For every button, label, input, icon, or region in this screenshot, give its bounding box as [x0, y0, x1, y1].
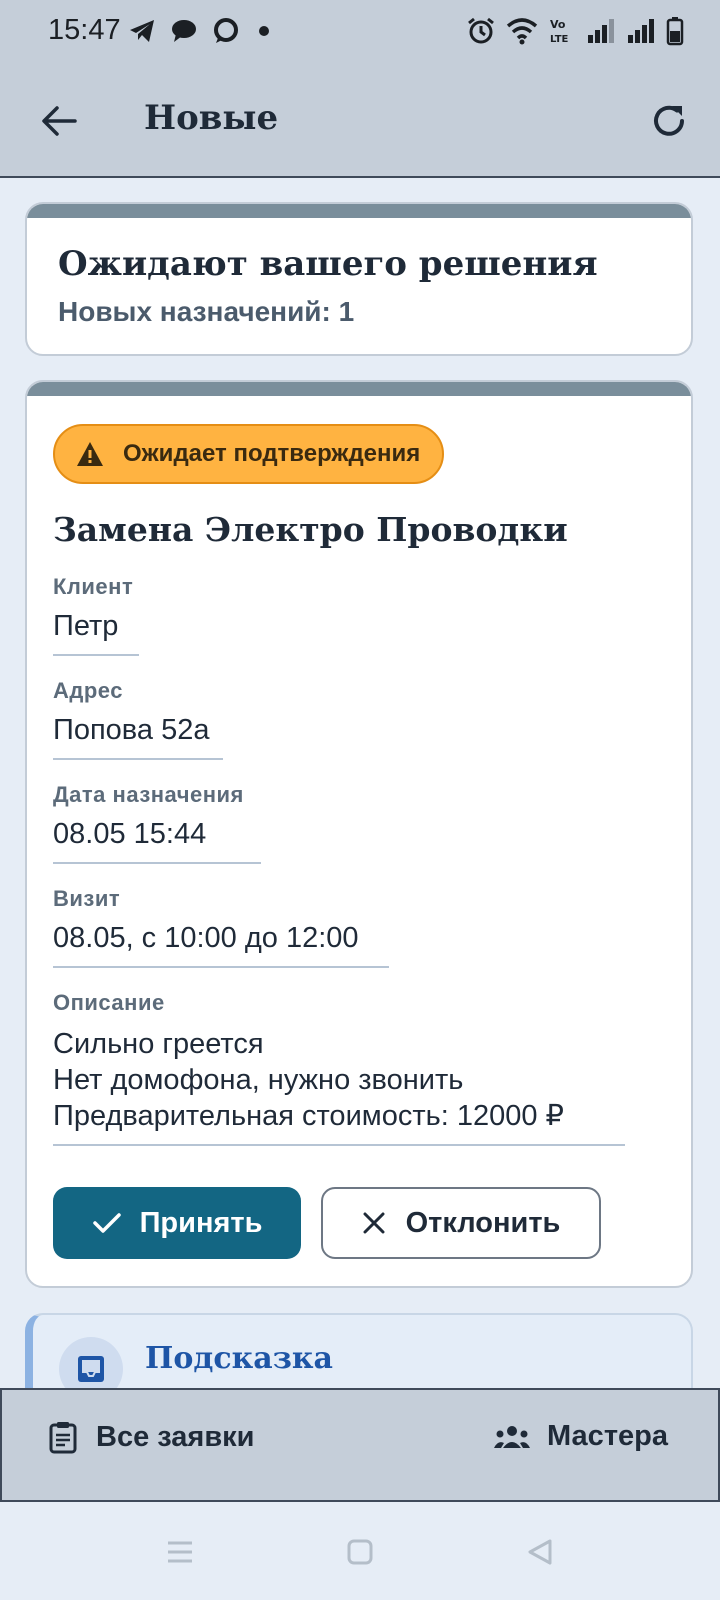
system-back-button[interactable]: [520, 1532, 560, 1572]
nav-all-requests-label: Все заявки: [96, 1420, 255, 1453]
status-badge-label: Ожидает подтверждения: [123, 440, 421, 467]
client-field: Клиент Петр: [53, 574, 139, 656]
card-top-stripe: [27, 382, 691, 396]
app-bar: Новые: [0, 66, 720, 178]
new-assignments-count: Новых назначений: 1: [58, 296, 355, 327]
field-label: Дата назначения: [53, 782, 244, 807]
client-value: Петр: [53, 610, 119, 642]
back-button[interactable]: [34, 96, 84, 146]
clipboard-icon: [49, 1422, 77, 1454]
field-divider: [53, 758, 223, 760]
message-icon: [172, 20, 196, 42]
warning-icon: [77, 442, 103, 466]
bottom-nav: Все заявки Мастера: [0, 1388, 720, 1502]
close-icon: [363, 1212, 385, 1234]
battery-icon: [666, 17, 684, 46]
field-label: Адрес: [53, 678, 123, 703]
telegram-icon: [130, 20, 154, 42]
field-divider: [53, 862, 261, 864]
page-title: Новые: [144, 98, 279, 138]
order-title: Замена Электро Проводки: [53, 510, 568, 549]
alarm-icon: [468, 17, 494, 44]
refresh-icon: [654, 105, 684, 136]
order-card: Ожидает подтверждения Замена Электро Про…: [25, 380, 693, 1288]
svg-text:LTE: LTE: [550, 34, 569, 45]
field-label: Клиент: [53, 574, 134, 599]
svg-text:Vo: Vo: [550, 18, 566, 31]
dot-icon: [259, 26, 269, 36]
hint-title: Подсказка: [145, 1341, 333, 1376]
nav-masters[interactable]: Мастера: [493, 1420, 668, 1453]
decline-button-label: Отклонить: [405, 1206, 561, 1239]
assignment-date-value: 08.05 15:44: [53, 818, 207, 850]
volte-icon: Vo LTE: [550, 18, 569, 45]
field-divider: [53, 1144, 625, 1146]
home-icon: [347, 1539, 373, 1565]
status-badge: Ожидает подтверждения: [53, 424, 445, 484]
refresh-button[interactable]: [644, 96, 694, 146]
wifi-icon: [506, 18, 538, 45]
accept-button-label: Принять: [139, 1206, 263, 1239]
signal-icon: [588, 19, 614, 43]
card-top-stripe: [27, 204, 691, 218]
address-value: Попова 52а: [53, 714, 210, 746]
assignment-date-field: Дата назначения 08.05 15:44: [53, 782, 261, 864]
signal-icon: [628, 19, 654, 43]
description-field: Описание Сильно греется Нет домофона, ну…: [53, 990, 625, 1146]
visit-value: 08.05, с 10:00 до 12:00: [53, 922, 359, 954]
decline-button[interactable]: Отклонить: [321, 1187, 601, 1259]
visit-field: Визит 08.05, с 10:00 до 12:00: [53, 886, 389, 968]
summary-card: Ожидают вашего решения Новых назначений:…: [25, 202, 693, 356]
system-nav-bar: [0, 1502, 720, 1600]
status-time: 15:47: [48, 14, 121, 46]
arrow-left-icon: [42, 106, 77, 136]
back-triangle-icon: [528, 1539, 552, 1565]
field-divider: [53, 654, 139, 656]
status-right-icons: Vo LTE: [466, 16, 684, 46]
field-label: Визит: [53, 886, 121, 911]
system-menu-button[interactable]: [160, 1532, 200, 1572]
system-home-button[interactable]: [340, 1532, 380, 1572]
nav-masters-label: Мастера: [547, 1420, 668, 1452]
accept-button[interactable]: Принять: [53, 1187, 301, 1259]
field-label: Описание: [53, 990, 165, 1015]
menu-icon: [168, 1541, 192, 1563]
group-icon: [494, 1425, 531, 1448]
description-line: Предварительная стоимость: 12000 ₽: [53, 1100, 564, 1132]
address-field: Адрес Попова 52а: [53, 678, 223, 760]
status-left-icons: [128, 18, 274, 44]
inbox-icon: [78, 1356, 104, 1382]
status-bar: 15:47 Vo LTE: [0, 0, 720, 66]
chat-bubble-icon: [214, 18, 238, 43]
summary-title: Ожидают вашего решения: [58, 244, 598, 284]
check-icon: [92, 1213, 121, 1233]
description-line: Сильно греется: [53, 1028, 264, 1060]
field-divider: [53, 966, 389, 968]
description-line: Нет домофона, нужно звонить: [53, 1064, 464, 1096]
nav-all-requests[interactable]: Все заявки: [48, 1420, 255, 1454]
